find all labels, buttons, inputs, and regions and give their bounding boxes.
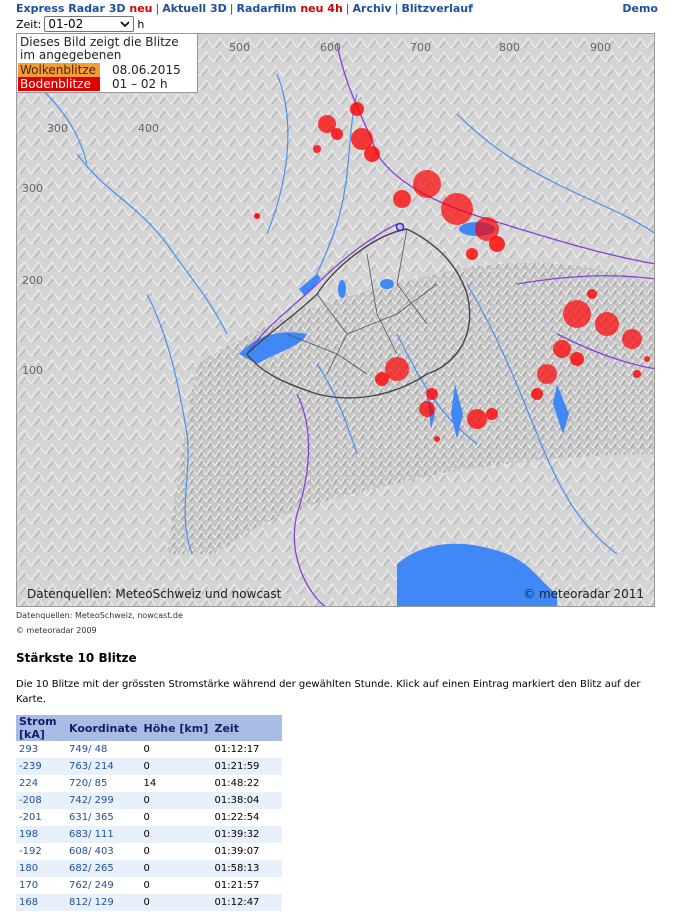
col-hoehe: Höhe [km] bbox=[140, 715, 212, 741]
col-koordinate: Koordinate bbox=[66, 715, 141, 741]
cell-zeit: 01:22:54 bbox=[211, 809, 282, 826]
data-sources: Datenquellen: MeteoSchweiz, nowcast.de bbox=[16, 611, 183, 620]
cell-hoehe: 0 bbox=[140, 741, 212, 758]
table-row[interactable]: 180 682/ 265 0 01:58:13 bbox=[16, 860, 282, 877]
cell-strom: -239 bbox=[16, 758, 66, 775]
nav-demo[interactable]: Demo bbox=[622, 2, 658, 15]
cell-strom: 180 bbox=[16, 860, 66, 877]
x-tick-label: 800 bbox=[499, 41, 520, 54]
table-row[interactable]: 170 762/ 249 0 01:21:57 bbox=[16, 877, 282, 894]
cell-zeit: 01:38:04 bbox=[211, 792, 282, 809]
nav-separator: | bbox=[345, 2, 350, 15]
cell-hoehe: 0 bbox=[140, 826, 212, 843]
cell-zeit: 01:21:59 bbox=[211, 758, 282, 775]
cell-zeit: 01:39:07 bbox=[211, 843, 282, 860]
bodenblitze-label: Bodenblitze bbox=[18, 77, 100, 91]
zeit-select[interactable]: 01-02 bbox=[44, 16, 135, 32]
section-title: Stärkste 10 Blitze bbox=[16, 651, 137, 665]
y-tick-label: 300 bbox=[22, 182, 43, 195]
nav-blitzverlauf[interactable]: Blitzverlauf bbox=[401, 2, 472, 15]
cell-koordinate: 720/ 85 bbox=[66, 775, 141, 792]
x-tick-label: 900 bbox=[590, 41, 611, 54]
legend-text: Dieses Bild zeigt die Blitze bbox=[20, 35, 179, 49]
cell-strom: 224 bbox=[16, 775, 66, 792]
cell-koordinate: 812/ 129 bbox=[66, 894, 141, 911]
cell-strom: 170 bbox=[16, 877, 66, 894]
table-row[interactable]: 224 720/ 85 14 01:48:22 bbox=[16, 775, 282, 792]
cell-koordinate: 683/ 111 bbox=[66, 826, 141, 843]
map-source-text: Datenquellen: MeteoSchweiz und nowcast bbox=[27, 587, 282, 601]
cell-strom: -208 bbox=[16, 792, 66, 809]
cell-hoehe: 0 bbox=[140, 809, 212, 826]
cell-zeit: 01:21:57 bbox=[211, 877, 282, 894]
legend-date: 08.06.2015 bbox=[112, 63, 181, 77]
col-zeit: Zeit bbox=[211, 715, 282, 741]
cell-hoehe: 0 bbox=[140, 894, 212, 911]
table-row[interactable]: -201 631/ 365 0 01:22:54 bbox=[16, 809, 282, 826]
legend-row-wolken: Wolkenblitze 08.06.2015 bbox=[17, 63, 197, 77]
nav-archiv[interactable]: Archiv bbox=[353, 2, 392, 15]
cell-koordinate: 631/ 365 bbox=[66, 809, 141, 826]
x-tick-label: 300 bbox=[47, 122, 68, 135]
nav-radarfilm[interactable]: Radarfilm neu 4h bbox=[236, 2, 342, 15]
table-row[interactable]: -192 608/ 403 0 01:39:07 bbox=[16, 843, 282, 860]
cell-hoehe: 0 bbox=[140, 843, 212, 860]
cell-zeit: 01:12:47 bbox=[211, 894, 282, 911]
x-tick-label: 700 bbox=[410, 41, 431, 54]
x-tick-label: 600 bbox=[320, 41, 341, 54]
lightning-map[interactable]: 500 600 700 800 900 300 400 300 200 100 bbox=[16, 33, 655, 607]
cell-koordinate: 749/ 48 bbox=[66, 741, 141, 758]
cell-hoehe: 14 bbox=[140, 775, 212, 792]
table-row[interactable]: 293 749/ 48 0 01:12:17 bbox=[16, 741, 282, 758]
cell-strom: -192 bbox=[16, 843, 66, 860]
legend-hour-range: 01 – 02 h bbox=[112, 77, 168, 91]
zeit-unit: h bbox=[137, 17, 145, 31]
wolkenblitze-label: Wolkenblitze bbox=[18, 63, 100, 77]
cell-zeit: 01:39:32 bbox=[211, 826, 282, 843]
cell-strom: -201 bbox=[16, 809, 66, 826]
map-legend: Dieses Bild zeigt die Blitze im angegebe… bbox=[17, 34, 198, 93]
cell-koordinate: 763/ 214 bbox=[66, 758, 141, 775]
cell-strom: 293 bbox=[16, 741, 66, 758]
nav-separator: | bbox=[394, 2, 399, 15]
table-header-row: Strom [kA] Koordinate Höhe [km] Zeit bbox=[16, 715, 282, 741]
zeit-label: Zeit: bbox=[16, 17, 42, 31]
top-nav: Express Radar 3D neu | Aktuell 3D | Radarfil… bbox=[16, 2, 658, 16]
map-canvas: 500 600 700 800 900 300 400 300 200 100 bbox=[17, 34, 654, 606]
cell-strom: 168 bbox=[16, 894, 66, 911]
map-copyright: © meteoradar 2011 bbox=[523, 587, 644, 601]
y-tick-label: 100 bbox=[22, 364, 43, 377]
cell-zeit: 01:48:22 bbox=[211, 775, 282, 792]
legend-row-boden: Bodenblitze 01 – 02 h bbox=[17, 77, 197, 91]
cell-strom: 198 bbox=[16, 826, 66, 843]
cell-zeit: 01:12:17 bbox=[211, 741, 282, 758]
chevron-down-icon bbox=[120, 21, 130, 28]
cell-hoehe: 0 bbox=[140, 860, 212, 877]
table-row[interactable]: -239 763/ 214 0 01:21:59 bbox=[16, 758, 282, 775]
table-row[interactable]: 168 812/ 129 0 01:12:47 bbox=[16, 894, 282, 911]
table-row[interactable]: 198 683/ 111 0 01:39:32 bbox=[16, 826, 282, 843]
nav-express-radar-3d[interactable]: Express Radar 3D neu bbox=[16, 2, 153, 15]
strongest-strikes-table: Strom [kA] Koordinate Höhe [km] Zeit 293… bbox=[16, 715, 282, 911]
nav-separator: | bbox=[155, 2, 160, 15]
col-strom: Strom [kA] bbox=[16, 715, 66, 741]
cell-koordinate: 682/ 265 bbox=[66, 860, 141, 877]
cell-hoehe: 0 bbox=[140, 758, 212, 775]
section-description: Die 10 Blitze mit der grössten Stromstär… bbox=[16, 679, 641, 705]
x-tick-label: 500 bbox=[229, 41, 250, 54]
copyright: © meteoradar 2009 bbox=[16, 626, 97, 635]
zeit-select-value: 01-02 bbox=[48, 17, 84, 31]
cell-koordinate: 742/ 299 bbox=[66, 792, 141, 809]
zeit-control: Zeit: 01-02 h bbox=[16, 15, 144, 33]
x-tick-label: 400 bbox=[138, 122, 159, 135]
nav-aktuell-3d[interactable]: Aktuell 3D bbox=[162, 2, 227, 15]
table-row[interactable]: -208 742/ 299 0 01:38:04 bbox=[16, 792, 282, 809]
cell-hoehe: 0 bbox=[140, 877, 212, 894]
nav-separator: | bbox=[229, 2, 234, 15]
cell-zeit: 01:58:13 bbox=[211, 860, 282, 877]
cell-hoehe: 0 bbox=[140, 792, 212, 809]
cell-koordinate: 608/ 403 bbox=[66, 843, 141, 860]
cell-koordinate: 762/ 249 bbox=[66, 877, 141, 894]
y-tick-label: 200 bbox=[22, 274, 43, 287]
